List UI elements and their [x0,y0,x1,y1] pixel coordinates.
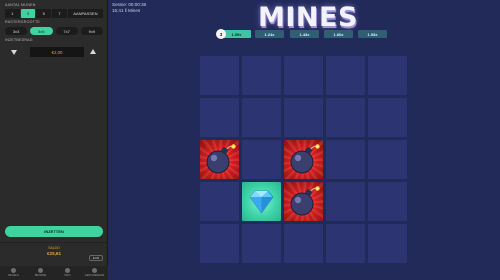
mines-option-custom[interactable]: AANPASSEN [67,9,103,18]
multiplier-step-1: 1.09x [222,30,251,38]
mines-grid [200,56,410,266]
tile-hidden[interactable] [284,224,323,263]
tile-hidden[interactable] [242,224,281,263]
tile-hidden[interactable] [368,98,407,137]
tile-hidden[interactable] [200,98,239,137]
clock-game-name: 15:41 ‖ Mines [112,8,141,13]
session-info: Sessie: 00:00:36 15:41 ‖ Mines [112,2,146,14]
mines-option-7[interactable]: 7 [52,9,67,18]
tile-hidden[interactable] [200,56,239,95]
balance-label: SALDO [48,246,60,250]
board-size-selector: 3x3 5x5 7x7 9x9 [5,27,103,35]
size-option-3x3[interactable]: 3x3 [5,27,28,35]
multiplier-step-2: 1.24x [255,30,284,38]
mines-count-label: AANTAL MIJNEN [5,3,36,7]
increase-bet-icon[interactable] [90,49,96,54]
game-title: MINES [258,2,358,33]
tile-hidden[interactable] [326,56,365,95]
place-bet-button[interactable]: INZETTEN [5,226,103,237]
tile-bomb [200,140,239,179]
mines-option-3[interactable]: 3 [20,9,36,18]
nav-rules-label: REGELS [8,274,19,277]
currency-badge[interactable]: EUR [89,255,103,261]
bottom-nav: REGELS BROWSE INFO GESCHIEDENIS [0,266,108,280]
board-size-label: RASTERGROOTTE [5,20,40,24]
tile-bomb [284,140,323,179]
info-icon [65,268,70,273]
tile-hidden[interactable] [326,224,365,263]
tile-hidden[interactable] [368,182,407,221]
sidebar: AANTAL MIJNEN 1 3 5 7 AANPASSEN RASTERGR… [0,0,108,280]
nav-browse[interactable]: BROWSE [31,268,51,277]
tile-hidden[interactable] [284,98,323,137]
tile-hidden[interactable] [326,98,365,137]
tile-hidden[interactable] [242,98,281,137]
tile-gem [242,182,281,221]
rules-icon [11,268,16,273]
bet-amount-label: INZETBEDRAG [5,38,33,42]
tile-hidden[interactable] [368,56,407,95]
mines-count-selector: 1 3 5 7 AANPASSEN [5,9,103,18]
bet-amount-control: €2,00 [5,46,103,59]
nav-history[interactable]: GESCHIEDENIS [85,268,105,277]
tile-hidden[interactable] [200,182,239,221]
nav-history-label: GESCHIEDENIS [84,274,105,277]
tile-hidden[interactable] [368,140,407,179]
browse-icon [38,268,43,273]
balance-panel: SALDO €25,61 EUR [0,242,108,266]
size-option-5x5[interactable]: 5x5 [30,27,53,35]
size-option-9x9[interactable]: 9x9 [80,27,103,35]
nav-info[interactable]: INFO [58,268,78,277]
multiplier-step-4: 1.66x [324,30,353,38]
mines-option-5[interactable]: 5 [36,9,52,18]
size-option-7x7[interactable]: 7x7 [55,27,78,35]
mines-option-1[interactable]: 1 [5,9,20,18]
tile-hidden[interactable] [242,140,281,179]
history-icon [92,268,97,273]
multiplier-step-3: 1.43x [290,30,319,38]
tile-bomb [284,182,323,221]
bet-amount-input[interactable]: €2,00 [30,47,84,57]
tile-hidden[interactable] [200,224,239,263]
multiplier-step-5: 1.93x [358,30,387,38]
tile-hidden[interactable] [326,140,365,179]
nav-browse-label: BROWSE [34,274,47,277]
nav-info-label: INFO [64,274,71,277]
tile-hidden[interactable] [368,224,407,263]
tile-hidden[interactable] [284,56,323,95]
decrease-bet-icon[interactable] [11,50,17,55]
step-counter-badge: 3 [216,29,226,39]
tile-hidden[interactable] [326,182,365,221]
nav-rules[interactable]: REGELS [4,268,24,277]
tile-hidden[interactable] [242,56,281,95]
